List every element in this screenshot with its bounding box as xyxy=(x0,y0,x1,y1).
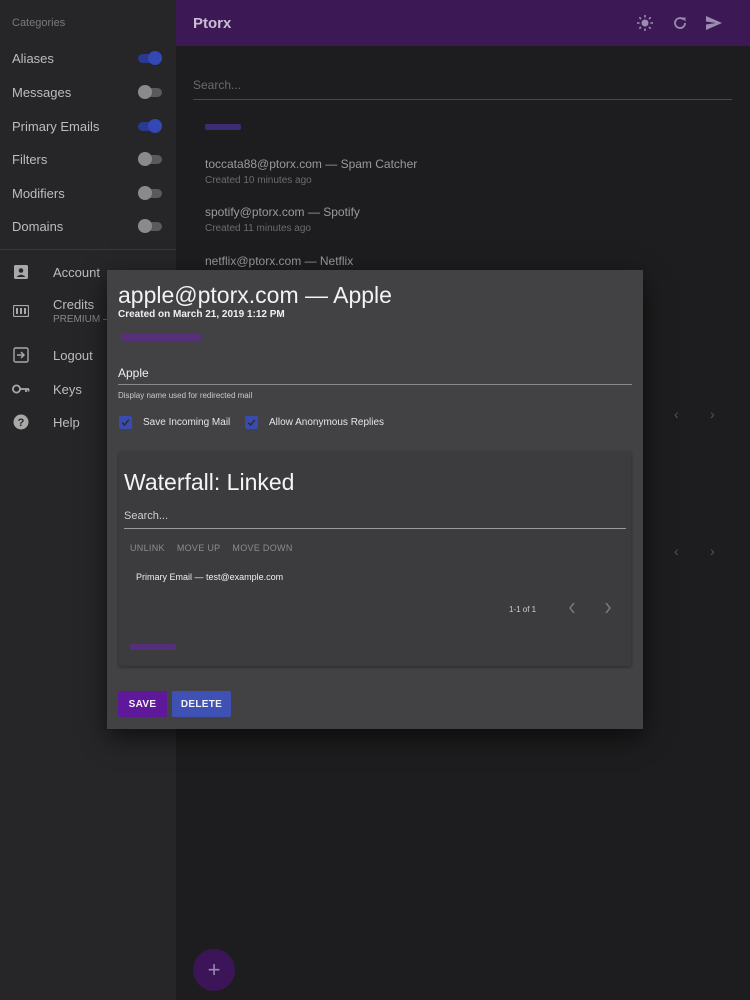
sidebar-divider xyxy=(0,249,176,250)
sidebar-item-label: Keys xyxy=(53,381,82,397)
domains-toggle[interactable] xyxy=(138,219,162,233)
display-name-field[interactable]: Apple xyxy=(118,362,632,385)
category-label: Modifiers xyxy=(12,185,65,201)
app-title: Ptorx xyxy=(193,14,232,32)
next-page-icon[interactable]: › xyxy=(710,406,715,422)
credits-plan-label: PREMIUM — xyxy=(53,314,113,325)
table-row[interactable]: Primary Email — test@example.com xyxy=(136,572,283,582)
alias-title: toccata88@ptorx.com — Spam Catcher xyxy=(205,157,418,171)
alias-created: Created 10 minutes ago xyxy=(205,175,312,186)
logout-icon xyxy=(12,346,30,364)
sidebar-item-label: Credits xyxy=(53,297,95,312)
chevron-right-icon[interactable] xyxy=(603,601,615,615)
category-messages[interactable]: Messages xyxy=(0,78,176,106)
waterfall-link[interactable] xyxy=(130,644,176,650)
prev-page-icon[interactable]: ‹ xyxy=(674,543,679,559)
account-box-icon xyxy=(12,263,30,281)
refresh-icon[interactable] xyxy=(670,13,690,33)
credits-card-icon xyxy=(12,302,30,320)
waterfall-card: Waterfall: Linked Search... UNLINK MOVE … xyxy=(119,452,631,666)
save-incoming-mail-checkbox[interactable]: Save Incoming Mail xyxy=(119,416,230,429)
add-button[interactable]: + xyxy=(193,949,235,991)
main-action-link[interactable] xyxy=(205,124,241,130)
category-label: Domains xyxy=(12,218,64,234)
modifiers-toggle[interactable] xyxy=(138,186,162,200)
checkbox-label: Save Incoming Mail xyxy=(143,417,231,428)
checkbox-checked-icon xyxy=(119,416,132,429)
checkbox-label: Allow Anonymous Replies xyxy=(269,417,385,428)
category-label: Aliases xyxy=(12,50,54,66)
alias-title: netflix@ptorx.com — Netflix xyxy=(205,254,354,268)
key-icon xyxy=(12,380,30,398)
category-modifiers[interactable]: Modifiers xyxy=(0,179,176,207)
waterfall-actions: UNLINK MOVE UP MOVE DOWN xyxy=(130,543,293,553)
prev-page-icon[interactable]: ‹ xyxy=(674,406,679,422)
category-filters[interactable]: Filters xyxy=(0,145,176,173)
dialog-title: apple@ptorx.com — Apple xyxy=(118,282,392,308)
primary-emails-toggle[interactable] xyxy=(138,119,162,133)
category-label: Filters xyxy=(12,151,48,167)
next-page-icon[interactable]: › xyxy=(710,543,715,559)
help-icon: ? xyxy=(12,413,30,431)
sidebar-item-label: Logout xyxy=(53,347,93,363)
pagination-label: 1-1 of 1 xyxy=(509,605,537,614)
alias-title: spotify@ptorx.com — Spotify xyxy=(205,205,360,219)
allow-anonymous-replies-checkbox[interactable]: Allow Anonymous Replies xyxy=(245,416,384,429)
app-bar: Ptorx xyxy=(176,0,750,46)
alias-created: Created 11 minutes ago xyxy=(205,223,311,234)
aliases-toggle[interactable] xyxy=(138,51,162,65)
list-item[interactable]: spotify@ptorx.com — Spotify Created 11 m… xyxy=(205,205,360,234)
alias-edit-dialog: apple@ptorx.com — Apple Created on March… xyxy=(107,270,643,729)
save-button[interactable]: SAVE xyxy=(118,691,167,717)
send-icon[interactable] xyxy=(704,13,724,33)
checkbox-checked-icon xyxy=(245,416,258,429)
chevron-left-icon[interactable] xyxy=(567,601,579,615)
dialog-link[interactable] xyxy=(121,334,201,341)
filters-toggle[interactable] xyxy=(138,152,162,166)
sidebar-item-label: Help xyxy=(53,414,80,430)
delete-button[interactable]: DELETE xyxy=(172,691,231,717)
category-domains[interactable]: Domains xyxy=(0,212,176,240)
category-aliases[interactable]: Aliases xyxy=(0,44,176,72)
plus-icon: + xyxy=(207,957,221,982)
svg-text:?: ? xyxy=(18,417,25,429)
categories-title: Categories xyxy=(12,17,66,29)
category-label: Messages xyxy=(12,84,72,100)
unlink-button[interactable]: UNLINK xyxy=(130,543,165,553)
move-up-button[interactable]: MOVE UP xyxy=(177,543,221,553)
messages-toggle[interactable] xyxy=(138,85,162,99)
move-down-button[interactable]: MOVE DOWN xyxy=(232,543,292,553)
sidebar-item-label: Account xyxy=(53,264,100,280)
dialog-created-date: Created on March 21, 2019 1:12 PM xyxy=(118,309,285,320)
list-item[interactable]: netflix@ptorx.com — Netflix xyxy=(205,254,353,268)
waterfall-search-input[interactable]: Search... xyxy=(124,510,626,529)
display-name-help: Display name used for redirected mail xyxy=(118,391,253,400)
main-search-input[interactable]: Search... xyxy=(193,78,732,100)
category-primary-emails[interactable]: Primary Emails xyxy=(0,112,176,140)
category-label: Primary Emails xyxy=(12,118,100,134)
brightness-icon[interactable] xyxy=(635,13,655,33)
waterfall-title: Waterfall: Linked xyxy=(124,469,295,495)
list-item[interactable]: toccata88@ptorx.com — Spam Catcher Creat… xyxy=(205,157,417,186)
